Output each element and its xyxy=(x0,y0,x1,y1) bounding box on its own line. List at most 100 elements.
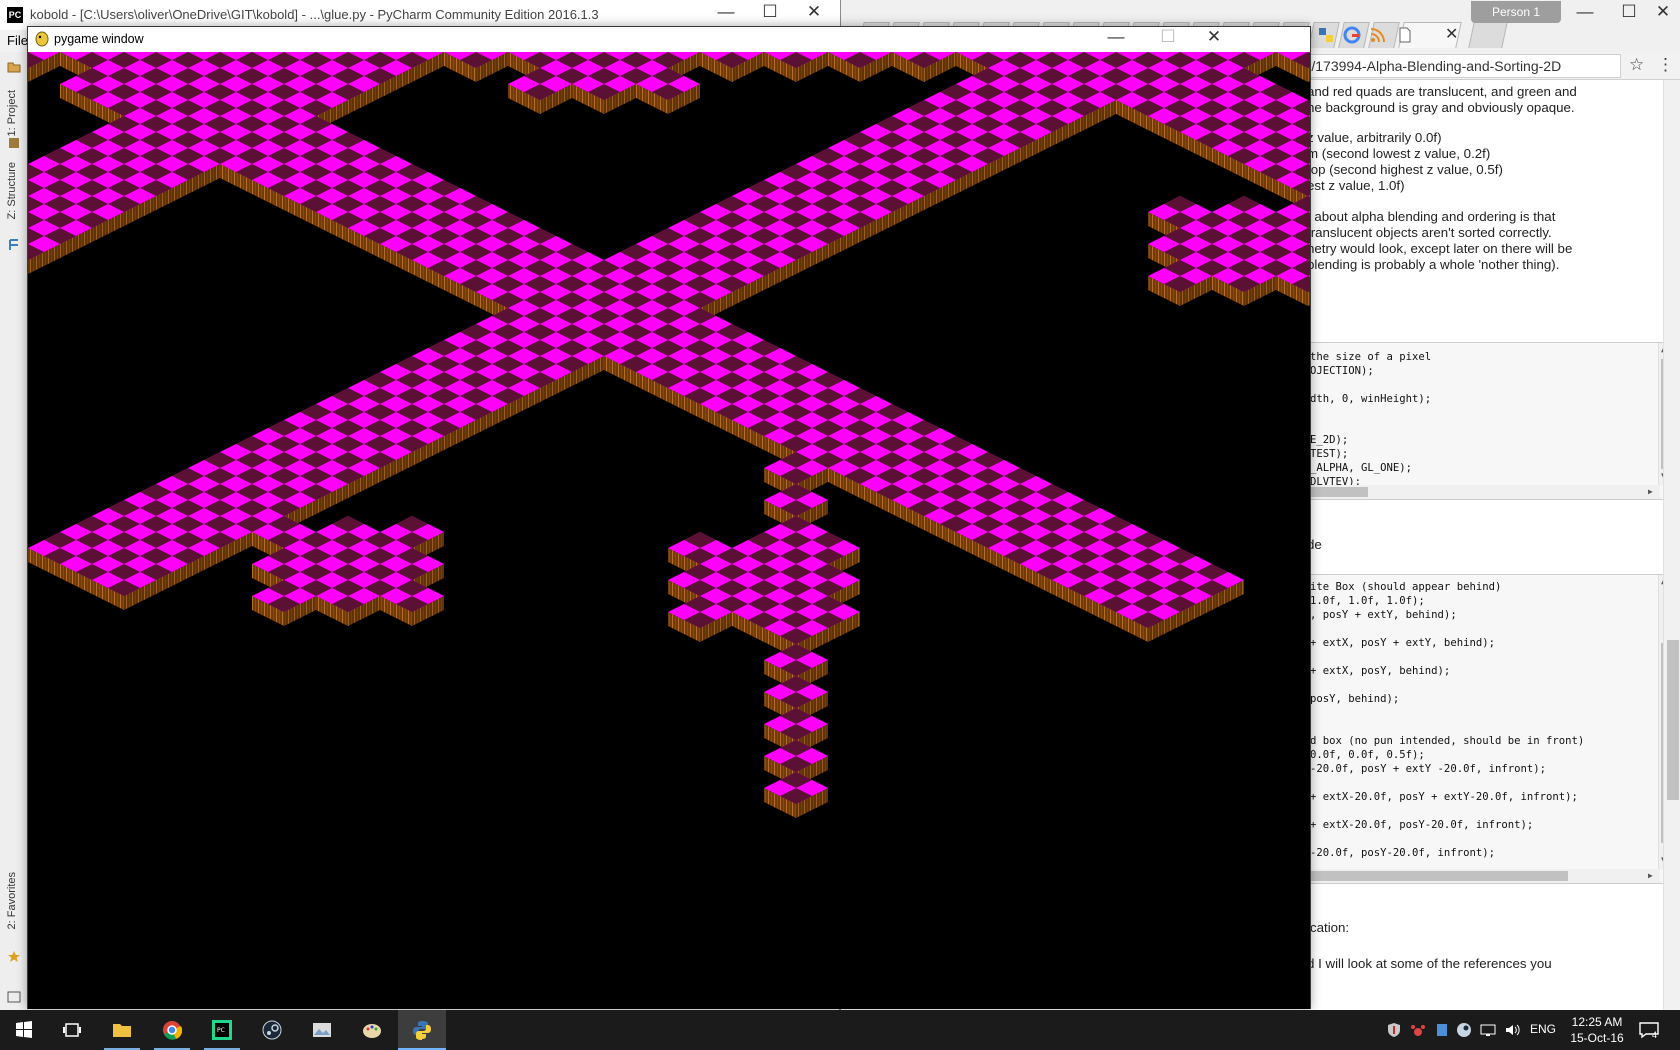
code-line: TEST); xyxy=(1310,448,1349,461)
code-line: -20.0f, posY + extY -20.0f, infront); xyxy=(1310,763,1546,775)
code-horizontal-scrollbar[interactable]: ▶ xyxy=(1308,485,1660,499)
code-line: _ALPHA, GL_ONE); xyxy=(1310,462,1413,475)
pygame-window: pygame window — ☐ ✕ xyxy=(27,26,1311,1009)
code-line: 1.0f, 1.0f, 1.0f); xyxy=(1310,595,1425,607)
pygame-window-title: pygame window xyxy=(54,32,144,46)
drive-icon[interactable] xyxy=(1434,1022,1450,1038)
language-indicator[interactable]: ENG xyxy=(1530,1022,1556,1036)
article-text-line: and red quads are translucent, and green… xyxy=(1307,84,1577,99)
chrome-icon xyxy=(163,1021,182,1040)
map-tile xyxy=(700,52,764,82)
code-line: E_2D); xyxy=(1310,434,1349,447)
pygame-close-icon[interactable]: ✕ xyxy=(1192,27,1236,47)
project-icon xyxy=(9,138,19,148)
new-tab-button[interactable] xyxy=(1468,22,1508,48)
page-favicon-icon xyxy=(1399,27,1411,43)
clock-time: 12:25 AM xyxy=(1571,1015,1623,1029)
code-scrollbar-thumb[interactable] xyxy=(1308,487,1368,497)
window-toggle-icon[interactable] xyxy=(7,990,21,1004)
map-tile xyxy=(764,52,828,82)
bookmark-star-icon[interactable]: ☆ xyxy=(1629,55,1644,75)
browser-menu-icon[interactable]: ⋮ xyxy=(1657,55,1674,75)
taskbar-pycharm[interactable]: PC xyxy=(198,1010,246,1050)
code-line: OJECTION); xyxy=(1310,364,1374,377)
network-icon[interactable] xyxy=(1480,1022,1496,1038)
taskbar-python-pygame[interactable] xyxy=(398,1010,446,1050)
article-list-item: top (second highest z value, 0.5f) xyxy=(1307,162,1503,177)
steam-tray-icon[interactable] xyxy=(1456,1022,1472,1038)
pygame-minimize-icon[interactable]: — xyxy=(1094,27,1138,47)
code-line: -20.0f, posY-20.0f, infront); xyxy=(1310,847,1495,859)
code-block-draw[interactable]: ite Box (should appear behind) 1.0f, 1.0f… xyxy=(1307,574,1673,884)
taskbar-steam[interactable] xyxy=(248,1010,296,1050)
taskbar: PC ENG 12:25 AM 15-Oct-16 4 xyxy=(0,1010,1680,1050)
article-list-item: est z value, 1.0f) xyxy=(1307,178,1405,193)
scroll-right-icon[interactable]: ▶ xyxy=(1648,487,1653,496)
pycharm-logo-icon: PC xyxy=(7,7,23,23)
isometric-tile-map xyxy=(28,52,1310,818)
page-scrollbar[interactable] xyxy=(1663,80,1680,1010)
map-tile xyxy=(444,52,508,82)
clock[interactable]: 12:25 AM 15-Oct-16 xyxy=(1566,1014,1628,1046)
game-canvas[interactable] xyxy=(28,52,1310,1009)
browser-close-icon[interactable]: ✕ xyxy=(1641,2,1680,22)
page-scrollbar-thumb[interactable] xyxy=(1667,640,1679,800)
pycharm-close-icon[interactable]: ✕ xyxy=(792,2,836,22)
scroll-right-icon[interactable]: ▶ xyxy=(1648,871,1653,880)
taskbar-paint[interactable] xyxy=(348,1010,396,1050)
taskbar-photos[interactable] xyxy=(298,1010,346,1050)
python-favicon-icon xyxy=(1319,28,1333,42)
tab-close-icon[interactable]: ✕ xyxy=(1445,24,1458,44)
article-text-line: translucent objects aren't sorted correc… xyxy=(1307,225,1552,240)
pygame-maximize-icon: ☐ xyxy=(1160,27,1176,46)
taskbar-file-explorer[interactable] xyxy=(98,1010,146,1050)
pycharm-maximize-icon[interactable]: ☐ xyxy=(748,2,792,22)
folder-icon[interactable] xyxy=(7,60,21,74)
pycharm-icon: PC xyxy=(212,1020,232,1040)
task-view-icon xyxy=(63,1023,81,1037)
code-line: + extX-20.0f, posY-20.0f, infront); xyxy=(1310,819,1534,831)
article-list-item: m (second lowest z value, 0.2f) xyxy=(1307,146,1491,161)
map-tile xyxy=(828,52,892,82)
profile-button[interactable]: Person 1 xyxy=(1471,1,1561,23)
menu-file[interactable]: File xyxy=(7,33,28,48)
photos-icon xyxy=(313,1023,331,1037)
pycharm-minimize-icon[interactable]: — xyxy=(704,2,748,22)
code-line: + extX-20.0f, posY + extY-20.0f, infront… xyxy=(1310,791,1578,803)
code-line: + extX, posY + extY, behind); xyxy=(1310,637,1495,649)
map-tile xyxy=(892,52,956,82)
task-view-button[interactable] xyxy=(48,1010,96,1050)
code-line: dth, 0, winHeight); xyxy=(1310,392,1432,405)
pygame-titlebar[interactable]: pygame window — ☐ ✕ xyxy=(28,27,1310,52)
article-list-item: z value, arbitrarily 0.0f) xyxy=(1307,130,1442,145)
article-text-line: t about alpha blending and ordering is t… xyxy=(1307,209,1556,224)
clock-date: 15-Oct-16 xyxy=(1570,1031,1624,1045)
map-tile xyxy=(1276,52,1310,82)
volume-icon[interactable] xyxy=(1504,1022,1520,1038)
code-line: ite Box (should appear behind) xyxy=(1310,581,1502,593)
tool-tab-structure[interactable]: Z: Structure xyxy=(6,162,18,219)
article-text-line: blending is probably a whole 'nother thi… xyxy=(1307,257,1560,272)
code-block-setup[interactable]: the size of a pixel OJECTION); dth, 0, win… xyxy=(1307,342,1673,500)
shield-icon[interactable] xyxy=(1386,1022,1402,1038)
browser-minimize-icon[interactable]: — xyxy=(1563,2,1607,22)
tool-tab-project[interactable]: 1: Project xyxy=(6,90,18,136)
code-scrollbar-thumb[interactable] xyxy=(1308,871,1568,881)
article-text-line: he background is gray and obviously opaq… xyxy=(1307,100,1575,115)
python-icon xyxy=(413,1021,431,1040)
paw-icon[interactable] xyxy=(1410,1022,1426,1038)
taskbar-chrome[interactable] xyxy=(148,1010,196,1050)
star-icon xyxy=(8,951,20,962)
notification-count: 4 xyxy=(1652,1030,1658,1040)
code-line: + extX, posY, behind); xyxy=(1310,665,1451,677)
structure-icon xyxy=(9,239,18,250)
tool-tab-favorites[interactable]: 2: Favorites xyxy=(6,872,18,929)
article-text-line: ication: xyxy=(1307,920,1350,935)
code-horizontal-scrollbar[interactable]: ▶ xyxy=(1308,869,1660,883)
google-favicon-icon xyxy=(1343,26,1361,44)
start-button[interactable] xyxy=(0,1010,48,1050)
code-line: posY, behind); xyxy=(1310,693,1400,705)
pycharm-window-title: kobold - [C:\Users\oliver\OneDrive\GIT\k… xyxy=(30,7,599,22)
folder-icon xyxy=(113,1024,131,1037)
address-bar[interactable]: php/173994-Alpha-Blending-and-Sorting-2D xyxy=(1281,54,1621,78)
